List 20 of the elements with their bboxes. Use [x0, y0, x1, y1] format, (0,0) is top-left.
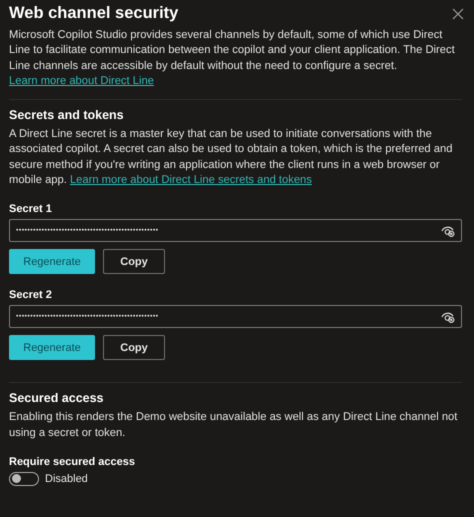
- field-label: Secret 2: [9, 289, 53, 302]
- regenerate-button[interactable]: Regenerate: [9, 249, 95, 274]
- section-description: A Direct Line secret is a master key that can be used to initiate conversations with the associated copilot. A secret can also be used to obtain a token, which is the preferred and secure method if you're writing an application where the client runs in a web browser or mobile app. Learn more about Direct Line secrets and tokens: [9, 127, 454, 188]
- toggle-label: Require secured access: [9, 456, 136, 468]
- copy-button[interactable]: Copy: [103, 335, 165, 360]
- toggle-state: Disabled: [45, 472, 88, 485]
- regenerate-button[interactable]: Regenerate: [9, 335, 95, 360]
- close-icon[interactable]: [452, 8, 464, 20]
- section-description: Enabling this renders the Demo website unavailable as well as any Direct Line channel not using a secret or token.: [9, 410, 458, 441]
- learn-more-link[interactable]: Learn more about Direct Line secrets and tokens: [70, 174, 312, 186]
- toggle-switch[interactable]: [9, 472, 39, 486]
- panel-title: Web channel security: [9, 4, 178, 23]
- learn-more-link[interactable]: Learn more about Direct Line: [9, 74, 154, 87]
- section-heading: Secrets and tokens: [9, 108, 125, 122]
- intro-text: Microsoft Copilot Studio provides several channels by default, some of which use Direct Line to facilitate communication between the copilot and your client application. The Direct Line channels are accessible by default without the need to configure a secret. Learn more about Direct Line: [9, 28, 456, 89]
- hide-eye-icon[interactable]: [441, 310, 455, 323]
- section-heading: Secured access: [9, 391, 105, 406]
- copy-button[interactable]: Copy: [103, 249, 165, 274]
- field-label: Secret 1: [9, 203, 53, 216]
- hide-eye-icon[interactable]: [441, 224, 455, 237]
